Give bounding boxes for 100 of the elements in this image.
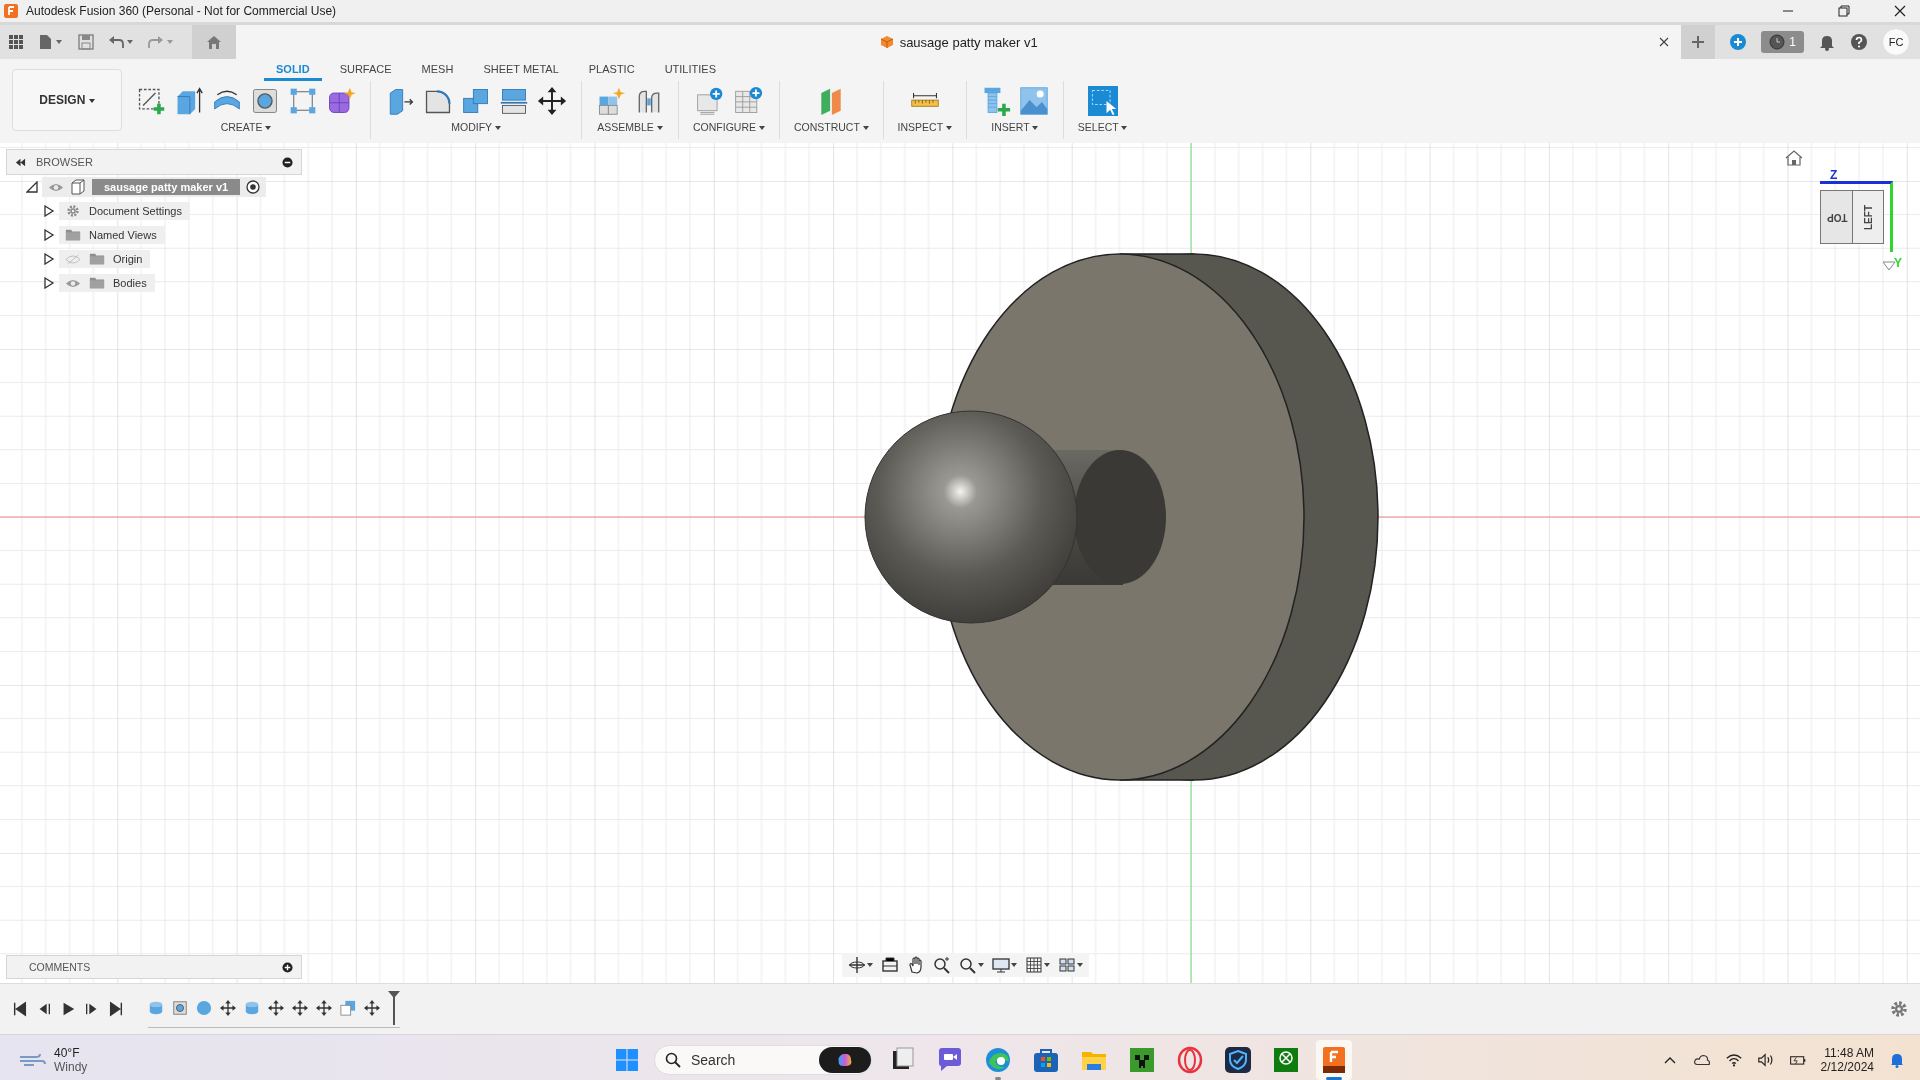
tool-group-menu[interactable]: MODIFY — [451, 121, 501, 133]
component-icon — [70, 179, 86, 195]
document-title: sausage patty maker v1 — [899, 34, 1038, 50]
extensions-icon[interactable] — [1729, 33, 1748, 51]
home-tab[interactable] — [192, 25, 236, 59]
caret-icon — [656, 126, 663, 131]
table-icon[interactable] — [732, 86, 763, 116]
clock-date[interactable]: 2/12/2024 — [1820, 1060, 1874, 1074]
create-sketch-icon[interactable] — [136, 86, 166, 116]
ribbon-tab[interactable]: SHEET METAL — [471, 60, 571, 81]
look-at-icon[interactable] — [881, 956, 899, 974]
grid-icon[interactable] — [1025, 956, 1043, 974]
pan-icon[interactable] — [907, 956, 925, 974]
close-icon[interactable] — [1894, 5, 1906, 17]
pattern-icon[interactable] — [288, 86, 318, 116]
cube-menu-icon[interactable] — [1882, 261, 1896, 271]
ribbon-tab[interactable]: PLASTIC — [576, 60, 647, 81]
zoom-window-icon[interactable] — [959, 956, 977, 974]
ribbon-tab[interactable]: SURFACE — [327, 60, 404, 81]
tool-group-menu[interactable]: INSERT — [991, 121, 1039, 133]
box-feature-icon[interactable] — [340, 999, 356, 1016]
expand-triangle-icon[interactable] — [43, 205, 55, 217]
ring-icon[interactable] — [1175, 1045, 1205, 1075]
wifi-icon[interactable] — [1724, 1052, 1743, 1068]
tool-group-menu[interactable]: ASSEMBLE — [597, 121, 663, 133]
caret-icon — [862, 126, 869, 131]
combine-icon[interactable] — [461, 86, 491, 116]
tool-group-menu[interactable]: CREATE — [220, 121, 272, 133]
last-frame-icon[interactable] — [108, 1001, 124, 1017]
move-feature-icon[interactable] — [292, 999, 308, 1016]
add-comment-icon[interactable] — [282, 961, 293, 973]
clock-icon — [1769, 34, 1786, 50]
shield-icon[interactable] — [1223, 1045, 1253, 1075]
new-tab-button[interactable] — [1681, 25, 1716, 59]
save-icon[interactable] — [78, 34, 94, 50]
collapse-icon[interactable] — [15, 156, 26, 168]
copilot-button[interactable] — [819, 1047, 871, 1073]
first-frame-icon[interactable] — [12, 1001, 28, 1017]
offset-face-icon[interactable] — [499, 86, 529, 116]
move-feature-icon[interactable] — [268, 999, 284, 1016]
move-feature-icon[interactable] — [316, 999, 332, 1016]
restore-icon[interactable] — [1838, 5, 1850, 17]
volume-icon[interactable] — [1756, 1052, 1775, 1068]
expand-triangle-icon[interactable] — [26, 181, 38, 193]
bell-icon[interactable] — [1818, 33, 1836, 51]
folder-icon — [89, 276, 105, 290]
caret-icon[interactable] — [978, 963, 984, 967]
zoom-icon[interactable] — [933, 956, 951, 974]
close-icon[interactable] — [1659, 37, 1670, 47]
cube-face[interactable]: LEFT — [1852, 190, 1884, 244]
hole-icon[interactable] — [250, 86, 280, 116]
expand-triangle-icon[interactable] — [43, 253, 55, 265]
move-feature-icon[interactable] — [364, 999, 380, 1016]
hole-feature-icon[interactable] — [172, 999, 188, 1016]
tool-group-menu[interactable]: SELECT — [1077, 121, 1128, 133]
undo-icon[interactable] — [108, 34, 134, 50]
ribbon-tab[interactable]: UTILITIES — [652, 60, 728, 81]
expand-triangle-icon[interactable] — [43, 229, 55, 241]
settings-icon[interactable] — [1890, 1000, 1908, 1018]
caret-icon[interactable] — [867, 963, 873, 967]
caret-icon[interactable] — [1077, 963, 1083, 967]
comments-title: COMMENTS — [29, 961, 91, 973]
select-icon[interactable] — [1087, 86, 1118, 116]
form-icon[interactable] — [326, 86, 356, 116]
move-feature-icon[interactable] — [220, 999, 236, 1016]
tool-group-menu[interactable]: CONFIGURE — [693, 121, 765, 133]
cube-face[interactable]: TOP — [1820, 190, 1854, 244]
xbox-app-icon[interactable] — [1271, 1045, 1301, 1075]
monitor-icon[interactable] — [992, 956, 1010, 974]
new-component-icon[interactable] — [596, 86, 626, 116]
parameter-icon[interactable] — [694, 86, 725, 116]
caret-icon[interactable] — [1011, 963, 1017, 967]
user-avatar[interactable]: FC — [1882, 28, 1910, 56]
expand-triangle-icon[interactable] — [43, 277, 55, 289]
help-icon[interactable] — [1850, 33, 1868, 51]
document-tab[interactable]: sausage patty maker v1 — [236, 25, 1682, 59]
minus-icon[interactable] — [282, 156, 293, 168]
caret-icon[interactable] — [1044, 963, 1050, 967]
image-icon[interactable] — [1018, 86, 1049, 116]
timeline-marker[interactable] — [388, 990, 400, 1025]
block-face-icon[interactable] — [1127, 1045, 1157, 1075]
apps-grid-icon[interactable] — [8, 34, 24, 50]
cloud-icon[interactable] — [1692, 1052, 1711, 1068]
home-view-icon[interactable] — [1784, 149, 1804, 167]
activate-radio-icon[interactable] — [246, 180, 261, 194]
tool-group-menu[interactable]: CONSTRUCT — [793, 121, 869, 133]
orbit-icon[interactable] — [848, 956, 866, 974]
weather-condition: Windy — [54, 1060, 88, 1074]
cube-icon — [879, 35, 894, 49]
tool-group-menu[interactable]: INSPECT — [897, 121, 952, 133]
file-menu-icon[interactable] — [38, 34, 64, 50]
move-icon[interactable] — [537, 86, 567, 116]
caret-icon — [945, 126, 952, 131]
viewports-icon[interactable] — [1058, 956, 1076, 974]
browser-icon[interactable] — [983, 1045, 1013, 1075]
clock-time[interactable]: 11:48 AM — [1824, 1046, 1874, 1060]
ribbon-tab[interactable]: MESH — [409, 60, 466, 81]
caret-icon — [1121, 126, 1128, 131]
workspace-dropdown[interactable]: DESIGN — [12, 69, 122, 131]
axis-label: Z — [1830, 168, 1838, 182]
